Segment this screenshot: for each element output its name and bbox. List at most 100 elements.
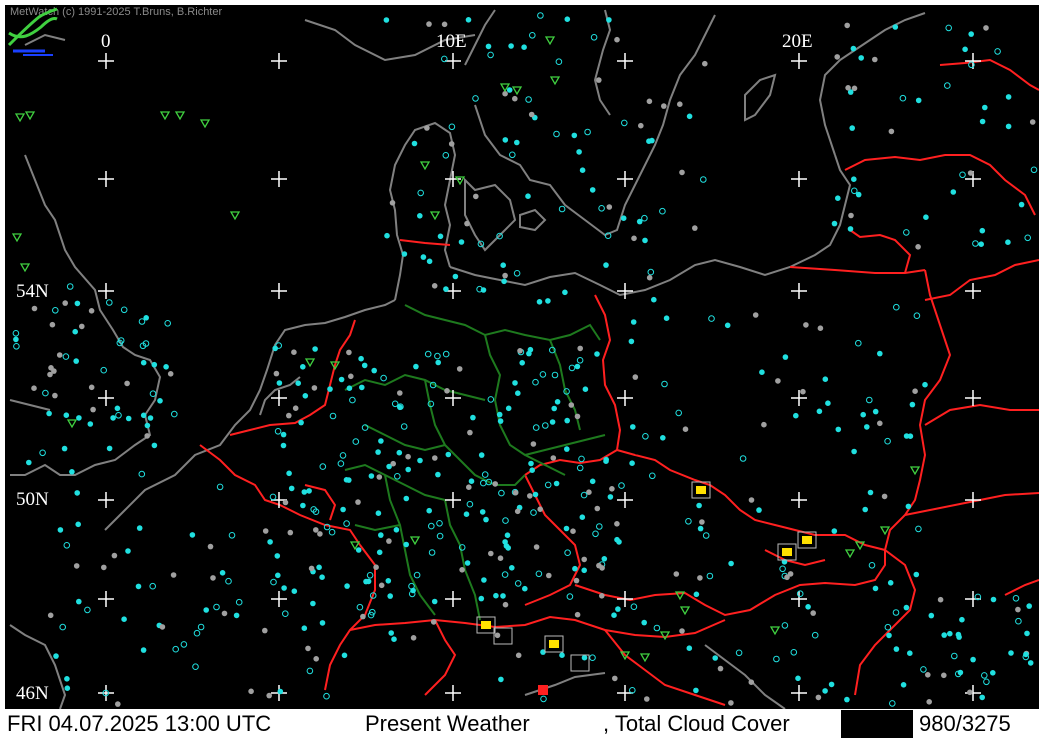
station-dot[interactable] [558,205,566,213]
station-dot[interactable] [385,578,392,584]
station-dot[interactable] [955,631,962,638]
station-dot[interactable] [950,189,957,195]
station-dot[interactable] [375,449,381,455]
station-dot[interactable] [759,369,765,376]
station-dot[interactable] [480,479,487,487]
station-dot[interactable] [473,193,479,200]
station-dot[interactable] [915,97,922,104]
station-dot[interactable] [468,478,475,485]
station-dot[interactable] [761,421,767,428]
station-dot[interactable] [436,532,444,540]
station-dot[interactable] [355,499,361,505]
station-dot[interactable] [752,312,759,318]
station-dot[interactable] [580,491,588,499]
station-dot[interactable] [378,582,385,589]
station-dot[interactable] [286,470,292,477]
station-dot[interactable] [923,214,929,220]
station-dot[interactable] [805,604,811,610]
station-dot[interactable] [540,695,547,703]
station-dot[interactable] [781,622,789,629]
station-dot[interactable] [52,307,59,314]
station-dot[interactable] [1024,234,1032,242]
station-dot[interactable] [615,606,621,612]
station-dot[interactable] [12,330,20,337]
station-dot[interactable] [564,446,570,452]
station-dot[interactable] [287,529,294,536]
station-dot[interactable] [811,631,819,639]
station-dot[interactable] [203,607,209,613]
weather-symbol[interactable] [19,263,31,273]
station-dot[interactable] [417,457,423,464]
station-dot[interactable] [444,388,450,394]
station-dot[interactable] [641,214,648,222]
station-dot[interactable] [417,213,423,219]
station-dot[interactable] [922,381,928,388]
station-dot[interactable] [564,16,571,22]
station-dot[interactable] [959,171,966,179]
station-dot[interactable] [355,547,362,553]
station-dot[interactable] [606,17,612,23]
station-dot[interactable] [380,374,387,382]
station-dot[interactable] [519,360,525,366]
station-dot[interactable] [135,583,142,590]
station-dot[interactable] [708,315,715,322]
station-dot[interactable] [391,400,399,408]
station-dot[interactable] [903,604,910,611]
station-dot[interactable] [728,700,734,706]
station-dot[interactable] [458,239,465,245]
station-dot[interactable] [849,125,855,131]
station-dot[interactable] [828,681,835,688]
station-dot[interactable] [1015,606,1021,613]
station-dot[interactable] [506,87,513,93]
station-dot[interactable] [403,495,410,502]
station-dot[interactable] [596,77,602,83]
station-dot[interactable] [63,542,71,549]
station-dot[interactable] [496,411,503,418]
station-dot[interactable] [653,624,661,632]
station-dot[interactable] [773,655,780,663]
station-dot[interactable] [877,420,883,427]
station-dot[interactable] [319,574,325,580]
station-dot[interactable] [978,241,984,247]
weather-symbol[interactable] [304,358,316,368]
station-dot[interactable] [537,506,543,512]
station-dot[interactable] [431,598,438,605]
station-dot[interactable] [492,481,499,487]
station-dot[interactable] [443,286,449,292]
station-dot[interactable] [441,55,448,63]
station-dot[interactable] [682,426,689,433]
station-dot[interactable] [724,322,731,329]
station-dot[interactable] [376,549,383,556]
weather-symbol[interactable] [11,233,23,243]
station-dot[interactable] [456,366,463,372]
station-dot[interactable] [323,692,330,700]
station-dot[interactable] [445,451,452,458]
station-dot[interactable] [311,385,318,391]
station-dot[interactable] [532,378,539,386]
station-dot[interactable] [784,574,790,581]
station-dot[interactable] [951,652,958,660]
station-dot[interactable] [413,571,421,579]
station-dot[interactable] [926,699,932,705]
weather-symbol[interactable] [199,119,211,129]
station-dot[interactable] [157,398,163,404]
station-dot[interactable] [114,405,121,412]
station-dot[interactable] [594,351,600,357]
station-dot[interactable] [888,128,895,135]
station-dot[interactable] [941,632,947,638]
station-dot[interactable] [967,689,973,696]
station-dot[interactable] [90,406,96,413]
station-dot[interactable] [913,312,921,320]
station-dot[interactable] [810,610,816,616]
station-dot[interactable] [498,489,505,497]
station-dot[interactable] [464,220,470,227]
station-dot[interactable] [124,380,130,387]
station-dot[interactable] [631,235,637,242]
station-dot[interactable] [56,352,63,358]
station-dot[interactable] [57,527,64,533]
station-dot[interactable] [337,460,345,467]
station-dot[interactable] [673,571,680,577]
station-dot[interactable] [576,149,582,155]
station-dot[interactable] [300,364,306,370]
station-dot[interactable] [867,489,874,496]
